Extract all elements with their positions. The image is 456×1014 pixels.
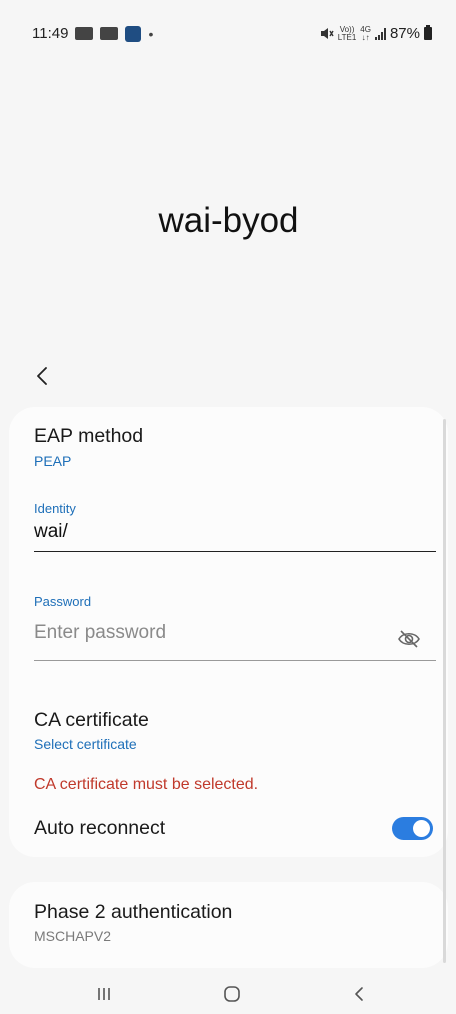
recents-button[interactable] [84,981,124,1007]
mute-icon [320,28,334,39]
back-button[interactable] [31,357,57,393]
home-button[interactable] [212,981,252,1007]
phase2-value: MSCHAPV2 [34,928,112,944]
status-bar: 11:49 • Vo)) LTE1 4G ↓↑ 87% [9,9,448,61]
network-type-indicator: 4G ↓↑ [360,24,371,42]
identity-label: Identity [34,501,76,516]
nav-back-button[interactable] [340,981,380,1007]
app-notification-icon [125,25,142,42]
status-bar-right: Vo)) LTE1 4G ↓↑ 87% [320,25,432,42]
eap-method-label: EAP method [34,425,144,447]
navigation-bar [9,977,448,1012]
password-label: Password [34,594,92,609]
recents-icon [98,988,110,1000]
eye-off-icon[interactable] [397,628,421,650]
page-title: wai-byod [158,201,299,240]
battery-percent: 87% [389,25,420,42]
identity-field[interactable]: wai/ [34,521,68,543]
battery-icon [424,25,432,40]
phase2-label: Phase 2 authentication [34,901,233,923]
ca-certificate-value: Select certificate [34,736,137,752]
back-icon [355,987,363,1001]
password-field[interactable]: Enter password [34,622,166,644]
ca-certificate-label: CA certificate [34,709,149,731]
auto-reconnect-label: Auto reconnect [34,817,166,839]
scrollbar[interactable] [443,419,446,963]
phase2-card[interactable] [9,882,448,968]
status-time: 11:49 [32,25,69,42]
more-notifications-dot-icon: • [148,25,154,42]
signal-strength-icon [374,27,386,40]
eap-method-value: PEAP [34,453,72,469]
screen: 11:49 • Vo)) LTE1 4G ↓↑ 87% wai-byod EAP… [9,9,448,1012]
ca-certificate-error: CA certificate must be selected. [34,776,259,793]
password-underline [34,660,436,661]
identity-underline [34,551,436,552]
home-icon [224,986,240,1002]
status-bar-left: 11:49 • [32,25,153,42]
auto-reconnect-toggle[interactable] [392,817,433,840]
abc-notification-icon [100,27,119,40]
chevron-left-icon [37,367,47,385]
news-notification-icon [75,27,94,40]
volte-indicator: Vo)) LTE1 [337,24,357,42]
toggle-knob [413,820,430,837]
